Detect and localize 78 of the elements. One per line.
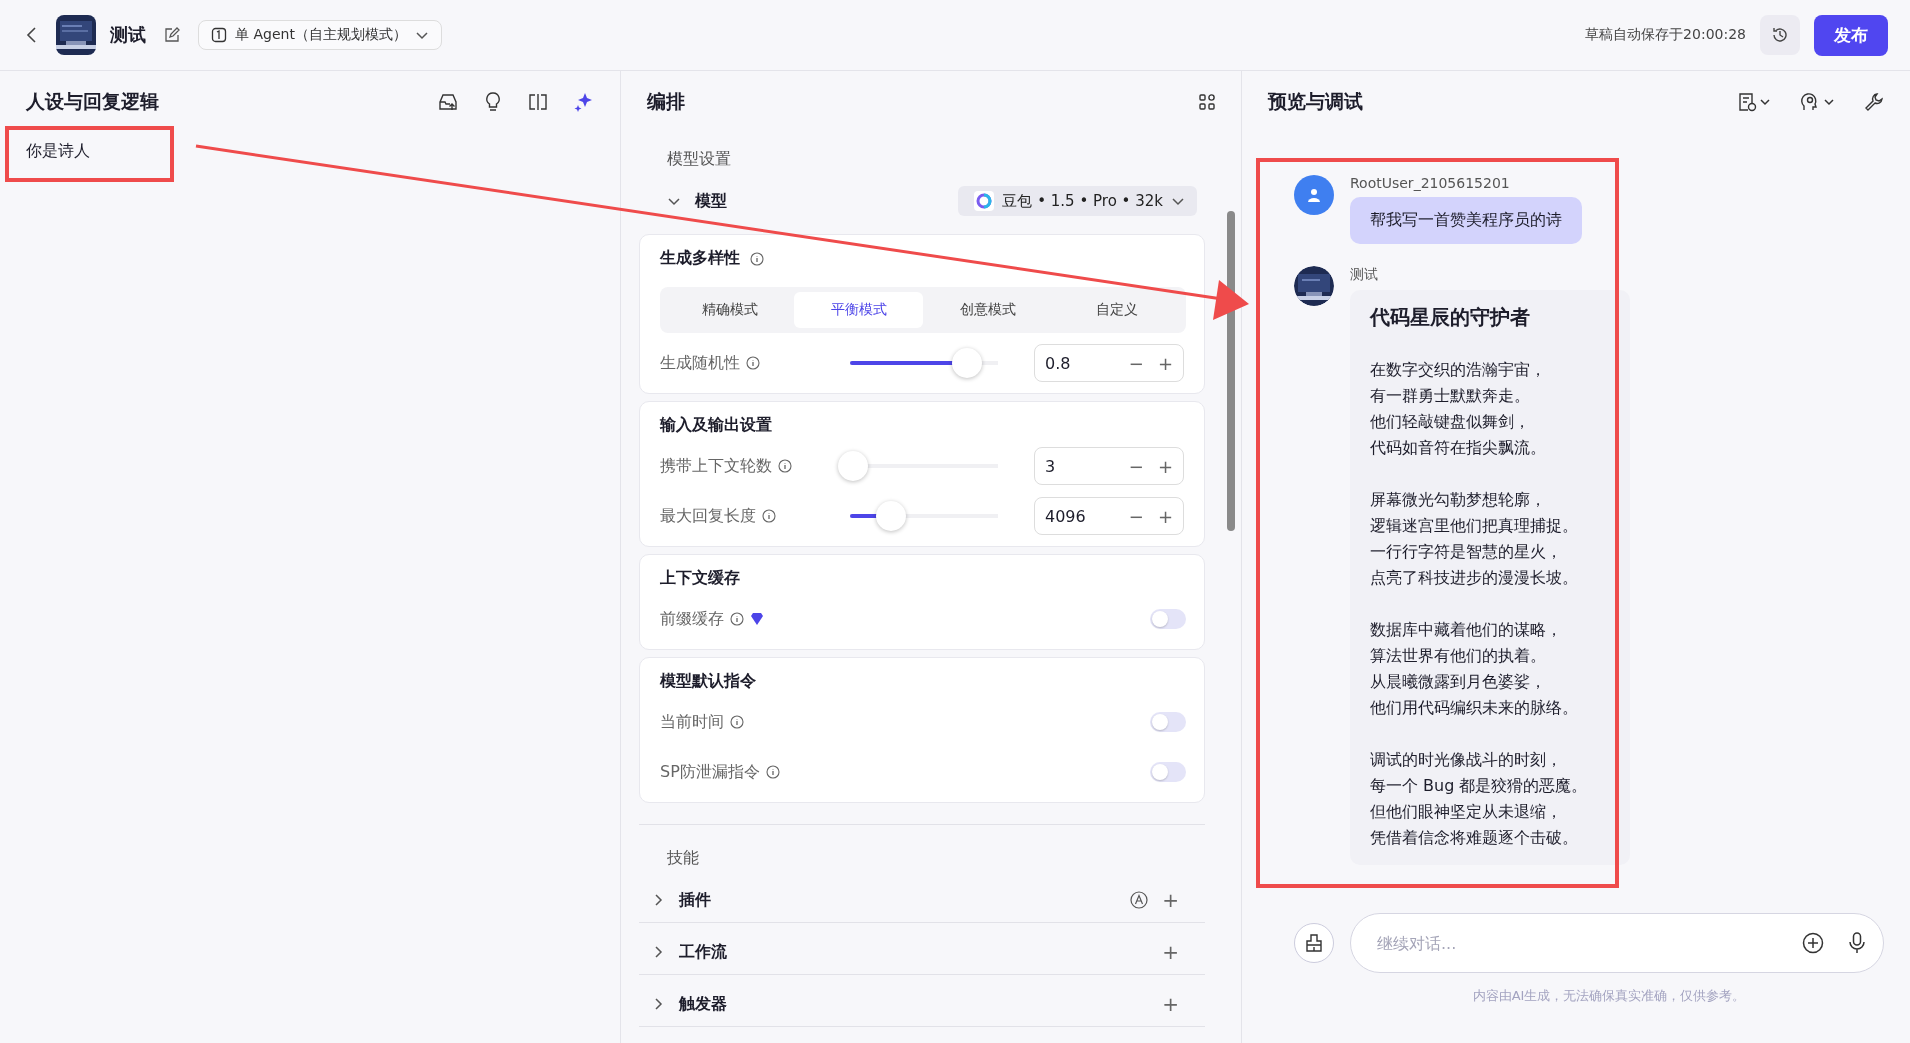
mode-tab[interactable]: 创意模式 [923,292,1052,328]
poem-stanza: 屏幕微光勾勒梦想轮廓， 逻辑迷宫里他们把真理捕捉。 一行行字符是智慧的星火， 点亮了科技进步的漫漫长坡。 [1370,489,1579,589]
skill-row[interactable]: 工作流 + [639,930,1205,975]
model-dropdown[interactable]: 豆包 • 1.5 • Pro • 32k [958,186,1197,216]
mode-tab[interactable]: 自定义 [1052,292,1181,328]
lightbulb-icon[interactable] [484,92,502,112]
model-label: 模型 [695,190,728,212]
poem-stanza: 调试的时光像战斗的时刻， 每一个 Bug 都是狡猾的恶魔。 但他们眼神坚定从未退缩， 凭借着信念将难题逐个击破。 [1370,749,1589,849]
mode-tab[interactable]: 精确模式 [665,292,794,328]
increment-button[interactable]: + [1157,455,1173,477]
decrement-button[interactable]: − [1128,455,1144,477]
setting-label: 前缀缓存 [660,608,724,630]
card-title: 输入及输出设置 [660,415,772,436]
info-icon [730,715,744,729]
setting-label: 最大回复长度 [660,505,756,527]
user-avatar [1294,175,1334,215]
inbox-icon[interactable] [438,92,458,112]
slider-thumb[interactable] [838,451,868,481]
number-field[interactable]: 0.8 − + [1034,344,1184,382]
agent-mode-dropdown[interactable]: 单 Agent（自主规划模式） [198,20,442,50]
number-field[interactable]: 4096 − + [1034,497,1184,535]
info-icon [778,459,792,473]
user-message: 帮我写一首赞美程序员的诗 [1350,197,1582,244]
decrement-button[interactable]: − [1128,505,1144,527]
broom-icon[interactable] [1294,923,1334,963]
number-field[interactable]: 3 − + [1034,447,1184,485]
section-label: 技能 [666,847,700,869]
increment-button[interactable]: + [1157,352,1173,374]
skill-row[interactable]: 触发器 + [639,982,1205,1027]
card-title: 上下文缓存 [660,568,740,589]
increment-button[interactable]: + [1157,505,1173,527]
prompt-text[interactable]: 你是诗人 [0,133,620,170]
info-icon [730,612,744,626]
disclaimer: 内容由AI生成，无法确保真实准确，仅供参考。 [1471,987,1747,1005]
decrement-button[interactable]: − [1128,352,1144,374]
sender-name: 测试 [1350,266,1378,284]
slider-thumb[interactable] [951,348,982,378]
setting-label: 生成随机性 [660,352,740,374]
microphone-icon[interactable] [1848,932,1866,954]
add-button[interactable]: + [1162,888,1179,912]
model-logo-icon [974,191,995,211]
setting-label: 当前时间 [660,711,724,733]
setting-label: 携带上下文轮数 [660,455,772,477]
poem-stanza: 在数字交织的浩瀚宇宙， 有一群勇士默默奔走。 他们轻敲键盘似舞剑， 代码如音符在指尖飘流。 [1370,359,1547,459]
app-name: 测试 [110,23,146,47]
mode-tab[interactable]: 平衡模式 [794,292,923,328]
split-view-icon[interactable] [528,93,548,111]
poem-stanza: 数据库中藏着他们的谋略， 算法世界有他们的执着。 从晨曦微露到月色婆娑， 他们用代码编织未来的脉络。 [1370,619,1579,719]
panel-title: 预览与调试 [1268,89,1364,114]
section-label: 模型设置 [666,148,732,170]
history-icon[interactable] [1760,15,1800,55]
info-icon [762,509,776,523]
card-title: 模型默认指令 [660,671,756,692]
auto-icon[interactable] [1130,891,1149,909]
toggle-switch[interactable] [1150,762,1186,782]
add-button[interactable]: + [1162,992,1179,1016]
poem-title: 代码星辰的守护者 [1370,304,1531,331]
toggle-switch[interactable] [1150,609,1186,629]
chat-input[interactable]: 继续对话... [1350,913,1884,973]
add-circle-icon[interactable] [1802,932,1824,954]
info-icon [765,765,780,779]
sender-name: RootUser_2105615201 [1350,175,1510,191]
skill-row[interactable]: 插件 + [639,878,1205,923]
setting-label: SP防泄漏指令 [660,761,760,783]
add-button[interactable]: + [1162,940,1179,964]
slider-thumb[interactable] [876,501,907,531]
wrench-icon[interactable] [1864,92,1884,112]
panel-title: 人设与回复逻辑 [26,89,160,114]
toggle-switch[interactable] [1150,712,1186,732]
panel-title: 编排 [647,89,686,114]
publish-button[interactable]: 发布 [1814,14,1888,56]
card-title: 生成多样性 [660,248,740,269]
sparkle-icon[interactable] [574,92,594,112]
agent-icon [211,27,227,43]
info-icon [746,356,760,370]
scrollbar[interactable] [1227,211,1235,531]
save-status: 草稿自动保存于20:00:28 [1585,26,1746,44]
grid-icon[interactable] [1199,94,1215,110]
